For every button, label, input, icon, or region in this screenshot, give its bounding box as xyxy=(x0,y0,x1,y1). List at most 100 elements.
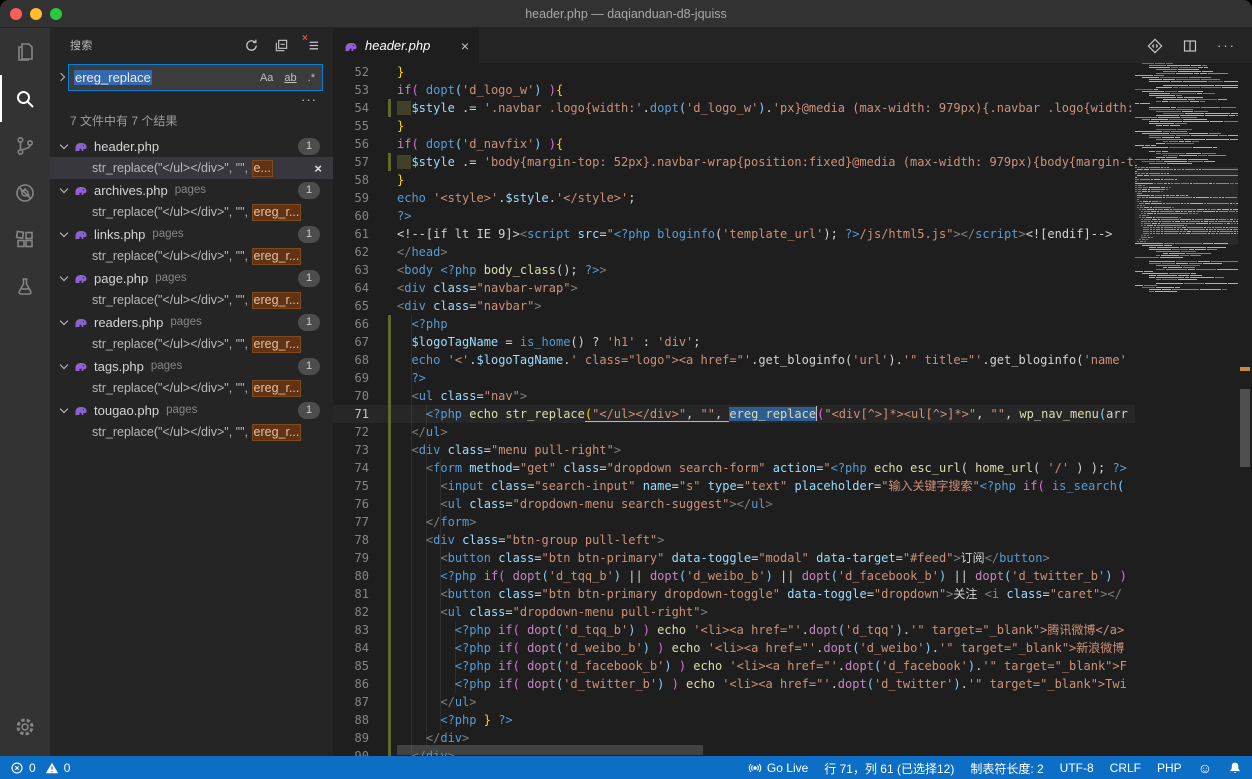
expand-chevron-icon[interactable] xyxy=(60,230,68,238)
feedback-smiley-icon[interactable]: ☺ xyxy=(1198,760,1212,776)
more-actions-icon[interactable]: ··· xyxy=(1217,38,1236,53)
expand-chevron-icon[interactable] xyxy=(60,274,68,282)
search-result-match-row[interactable]: str_replace("</ul></div>", "", ereg_r... xyxy=(50,289,333,311)
code-line[interactable]: 61<!--[if lt IE 9]><script src="<?php bl… xyxy=(333,225,1135,243)
code-line[interactable]: 62</head> xyxy=(333,243,1135,261)
code-line[interactable]: 71 <?php echo str_replace("</ul></div>",… xyxy=(333,405,1135,423)
notifications-bell-icon[interactable] xyxy=(1228,761,1242,775)
code-line[interactable]: 73 <div class="menu pull-right"> xyxy=(333,441,1135,459)
line-number: 68 xyxy=(333,351,369,369)
sidebar-item-testing[interactable] xyxy=(0,263,50,310)
code-line[interactable]: 78 <div class="btn-group pull-left"> xyxy=(333,531,1135,549)
language-mode-button[interactable]: PHP xyxy=(1157,761,1182,775)
search-result-match-row[interactable]: str_replace("</ul></div>", "", ereg_r... xyxy=(50,333,333,355)
code-line[interactable]: 70 <ul class="nav"> xyxy=(333,387,1135,405)
code-line[interactable]: 56if( dopt('d_navfix') ){ xyxy=(333,135,1135,153)
expand-chevron-icon[interactable] xyxy=(60,142,68,150)
whole-word-toggle[interactable]: ab xyxy=(282,71,298,85)
minimap[interactable] xyxy=(1135,63,1238,756)
search-details-toggle[interactable]: ··· xyxy=(301,92,317,107)
expand-chevron-icon[interactable] xyxy=(60,362,68,370)
split-editor-icon[interactable] xyxy=(1182,38,1198,54)
problems-button[interactable]: 0 0 xyxy=(10,761,70,775)
refresh-icon[interactable] xyxy=(244,38,259,53)
code-line[interactable]: 69 ?> xyxy=(333,369,1135,387)
code-line[interactable]: 54 $style .= '.navbar .logo{width:'.dopt… xyxy=(333,99,1135,117)
code-line[interactable]: 58} xyxy=(333,171,1135,189)
line-number: 82 xyxy=(333,603,369,621)
code-line[interactable]: 67 $logoTagName = is_home() ? 'h1' : 'di… xyxy=(333,333,1135,351)
expand-chevron-icon[interactable] xyxy=(60,318,68,326)
close-window-button[interactable] xyxy=(10,8,22,20)
search-result-file-row[interactable]: archives.phppages1 xyxy=(50,179,333,201)
code-line[interactable]: 84 <?php if( dopt('d_weibo_b') ) echo '<… xyxy=(333,639,1135,657)
search-result-file-row[interactable]: links.phppages1 xyxy=(50,223,333,245)
code-line[interactable]: 86 <?php if( dopt('d_twitter_b') ) echo … xyxy=(333,675,1135,693)
code-line[interactable]: 81 <button class="btn btn-primary dropdo… xyxy=(333,585,1135,603)
format-icon[interactable] xyxy=(1147,38,1163,54)
code-line[interactable]: 88 <?php } ?> xyxy=(333,711,1135,729)
tab-header-php[interactable]: header.php × xyxy=(333,28,479,63)
code-line[interactable]: 68 echo '<'.$logoTagName.' class="logo">… xyxy=(333,351,1135,369)
zoom-window-button[interactable] xyxy=(50,8,62,20)
sidebar-item-run-debug[interactable] xyxy=(0,169,50,216)
code-line[interactable]: 60?> xyxy=(333,207,1135,225)
vertical-scrollbar-thumb[interactable] xyxy=(1240,389,1250,467)
code-line[interactable]: 79 <button class="btn btn-primary" data-… xyxy=(333,549,1135,567)
minimize-window-button[interactable] xyxy=(30,8,42,20)
search-result-match-row[interactable]: str_replace("</ul></div>", "", ereg_r... xyxy=(50,421,333,443)
code-line[interactable]: 85 <?php if( dopt('d_facebook_b') ) echo… xyxy=(333,657,1135,675)
code-line[interactable]: 59echo '<style>'.$style.'</style>'; xyxy=(333,189,1135,207)
code-line[interactable]: 80 <?php if( dopt('d_tqq_b') || dopt('d_… xyxy=(333,567,1135,585)
code-line[interactable]: 77 </form> xyxy=(333,513,1135,531)
expand-chevron-icon[interactable] xyxy=(60,186,68,194)
clear-search-results-icon[interactable]: × xyxy=(304,38,319,53)
code-line[interactable]: 72 </ul> xyxy=(333,423,1135,441)
code-text: <?php if( dopt('d_tqq_b') ) echo '<li><a… xyxy=(397,621,1124,639)
search-result-file-row[interactable]: tougao.phppages1 xyxy=(50,399,333,421)
go-live-button[interactable]: Go Live xyxy=(748,761,808,775)
git-modified-marker xyxy=(369,459,397,477)
collapse-all-icon[interactable] xyxy=(274,38,289,53)
match-case-toggle[interactable]: Aa xyxy=(258,71,275,85)
code-line[interactable]: 64<div class="navbar-wrap"> xyxy=(333,279,1135,297)
code-line[interactable]: 55} xyxy=(333,117,1135,135)
dismiss-result-icon[interactable]: × xyxy=(314,161,322,176)
code-line[interactable]: 57 $style .= 'body{margin-top: 52px}.nav… xyxy=(333,153,1135,171)
code-line[interactable]: 66 <?php xyxy=(333,315,1135,333)
search-input[interactable]: ereg_replace Aa ab .* xyxy=(68,64,323,91)
horizontal-scrollbar-thumb[interactable] xyxy=(397,745,703,755)
sidebar-item-source-control[interactable] xyxy=(0,122,50,169)
search-result-file-row[interactable]: header.php1 xyxy=(50,135,333,157)
eol-button[interactable]: CRLF xyxy=(1110,761,1141,775)
regex-toggle[interactable]: .* xyxy=(306,71,317,85)
search-result-match-row[interactable]: str_replace("</ul></div>", "", ereg_r... xyxy=(50,377,333,399)
code-line[interactable]: 53if( dopt('d_logo_w') ){ xyxy=(333,81,1135,99)
code-editor[interactable]: 52}53if( dopt('d_logo_w') ){54 $style .=… xyxy=(333,63,1135,756)
search-result-file-row[interactable]: readers.phppages1 xyxy=(50,311,333,333)
code-line[interactable]: 76 <ul class="dropdown-menu search-sugge… xyxy=(333,495,1135,513)
search-result-match-row[interactable]: str_replace("</ul></div>", "", e...× xyxy=(50,157,333,179)
sidebar-item-explorer[interactable] xyxy=(0,28,50,75)
search-result-file-row[interactable]: page.phppages1 xyxy=(50,267,333,289)
sidebar-item-extensions[interactable] xyxy=(0,216,50,263)
expand-chevron-icon[interactable] xyxy=(60,406,68,414)
tab-close-icon[interactable]: × xyxy=(461,38,469,54)
code-line[interactable]: 74 <form method="get" class="dropdown se… xyxy=(333,459,1135,477)
search-result-file-row[interactable]: tags.phppages1 xyxy=(50,355,333,377)
cursor-position-button[interactable]: 行 71，列 61 (已选择12) xyxy=(824,760,954,777)
code-line[interactable]: 65<div class="navbar"> xyxy=(333,297,1135,315)
code-line[interactable]: 82 <ul class="dropdown-menu pull-right"> xyxy=(333,603,1135,621)
manage-button[interactable] xyxy=(0,703,50,750)
search-result-match-row[interactable]: str_replace("</ul></div>", "", ereg_r... xyxy=(50,245,333,267)
code-line[interactable]: 63<body <?php body_class(); ?>> xyxy=(333,261,1135,279)
code-line[interactable]: 83 <?php if( dopt('d_tqq_b') ) echo '<li… xyxy=(333,621,1135,639)
search-result-match-row[interactable]: str_replace("</ul></div>", "", ereg_r... xyxy=(50,201,333,223)
sidebar-item-search[interactable] xyxy=(0,75,50,122)
indentation-button[interactable]: 制表符长度: 2 xyxy=(970,760,1043,777)
toggle-replace-chevron[interactable] xyxy=(54,72,68,80)
code-line[interactable]: 75 <input class="search-input" name="s" … xyxy=(333,477,1135,495)
encoding-button[interactable]: UTF-8 xyxy=(1060,761,1094,775)
code-line[interactable]: 87 </ul> xyxy=(333,693,1135,711)
code-line[interactable]: 52} xyxy=(333,63,1135,81)
